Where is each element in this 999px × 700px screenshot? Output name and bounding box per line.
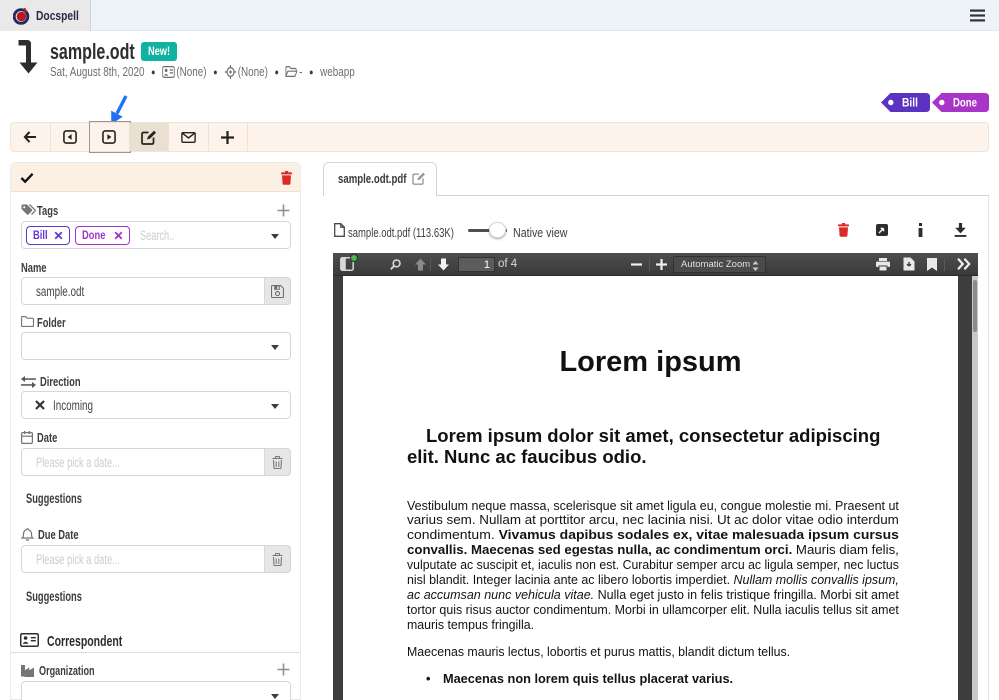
svg-text:Bill: Bill (902, 96, 918, 110)
svg-text:Done: Done (953, 96, 977, 110)
